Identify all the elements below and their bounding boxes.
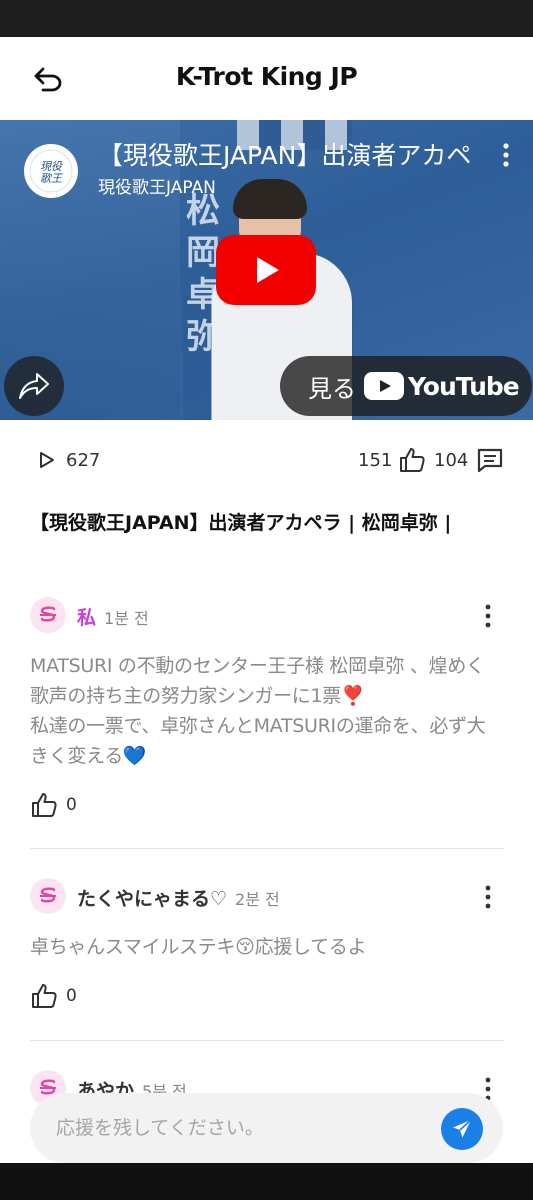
play-icon xyxy=(257,257,279,283)
thumbs-up-icon xyxy=(400,448,425,472)
divider xyxy=(30,848,504,849)
user-avatar-icon xyxy=(40,887,56,903)
user-avatar-icon xyxy=(40,606,56,622)
more-options-icon[interactable] xyxy=(482,882,494,912)
share-button[interactable] xyxy=(4,356,64,416)
comment-body: MATSURI の不動のセンター王子様 松岡卓弥 、煌めく 歌声の持ち主の努力家… xyxy=(30,655,486,767)
comment-time: 2분 전 xyxy=(235,890,280,909)
comment-item: 私 1분 전 MATSURI の不動のセンター王子様 松岡卓弥 、煌めく 歌声の持… xyxy=(30,597,504,819)
video-more-icon[interactable] xyxy=(496,140,516,170)
youtube-icon xyxy=(364,372,404,400)
divider xyxy=(30,1040,504,1041)
video-player[interactable]: 松 岡 卓 弥 現役 歌王 【現役歌王JAPAN】出演者アカペ 現役歌王JAPA… xyxy=(0,120,533,420)
video-channel-name[interactable]: 現役歌王JAPAN xyxy=(98,173,216,198)
channel-avatar[interactable]: 現役 歌王 xyxy=(24,144,78,198)
comment-like-button[interactable]: 0 xyxy=(30,791,504,819)
comment-input[interactable] xyxy=(56,1111,436,1145)
svg-text:歌王: 歌王 xyxy=(40,172,63,185)
send-button[interactable] xyxy=(441,1108,483,1150)
views-count: 627 xyxy=(66,449,101,471)
page-title: K-Trot King JP xyxy=(175,62,358,91)
comment-like-count: 0 xyxy=(66,795,77,815)
share-icon xyxy=(19,373,49,399)
play-button[interactable] xyxy=(216,235,316,305)
app-header: K-Trot King JP xyxy=(0,37,533,120)
send-icon xyxy=(453,1119,472,1138)
comment-composer xyxy=(30,1093,503,1163)
youtube-logo: YouTube xyxy=(364,372,520,401)
comment-body: 卓ちゃんスマイルステキ😚応援してるよ xyxy=(30,936,367,958)
comment-item: たくやにゃまる♡ 2분 전 卓ちゃんスマイルステキ😚応援してるよ 0 xyxy=(30,878,504,1010)
comment-like-button[interactable]: 0 xyxy=(30,982,504,1010)
comment-author[interactable]: 私 1분 전 xyxy=(77,603,149,630)
comment-icon xyxy=(478,448,503,473)
avatar[interactable] xyxy=(30,878,66,914)
comment-like-count: 0 xyxy=(66,986,77,1006)
play-outline-icon xyxy=(40,452,54,468)
likes-stat[interactable]: 151 xyxy=(358,440,426,480)
navigation-bar xyxy=(0,1163,533,1200)
post-stats: 627 151 104 xyxy=(0,440,533,480)
status-bar xyxy=(0,0,533,37)
watch-label: 見る xyxy=(308,374,356,403)
views-stat: 627 xyxy=(36,440,100,480)
comments-stat[interactable]: 104 xyxy=(434,440,504,480)
thumbs-up-icon xyxy=(32,984,57,1008)
video-title[interactable]: 【現役歌王JAPAN】出演者アカペ xyxy=(98,136,518,172)
likes-count: 151 xyxy=(358,449,393,471)
post-title: 【現役歌王JAPAN】出演者アカペラ | 松岡卓弥 | xyxy=(30,512,452,534)
channel-logo-icon: 現役 歌王 xyxy=(29,149,73,193)
comment-author[interactable]: たくやにゃまる♡ 2분 전 xyxy=(77,884,280,911)
avatar[interactable] xyxy=(30,597,66,633)
more-options-icon[interactable] xyxy=(482,601,494,631)
comment-time: 1분 전 xyxy=(104,609,149,628)
comments-count: 104 xyxy=(434,449,469,471)
thumbs-up-icon xyxy=(32,793,57,817)
watch-on-youtube-button[interactable]: 見る YouTube xyxy=(280,356,532,416)
